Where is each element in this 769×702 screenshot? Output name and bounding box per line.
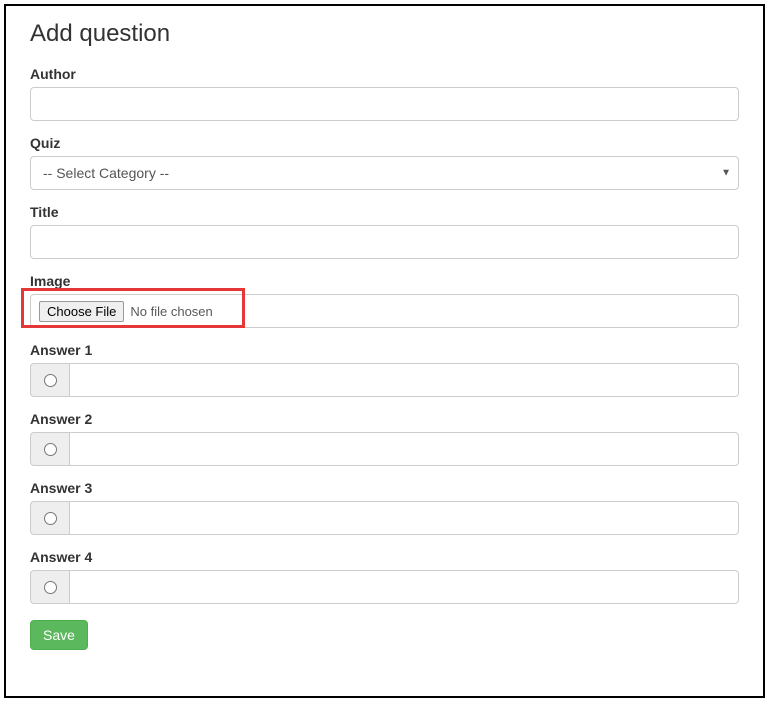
answer-1-radio-addon <box>30 363 69 397</box>
save-button[interactable]: Save <box>30 620 88 650</box>
quiz-label: Quiz <box>30 135 739 151</box>
quiz-group: Quiz -- Select Category -- ▼ <box>30 135 739 190</box>
answer-1-group: Answer 1 <box>30 342 739 397</box>
answer-3-group: Answer 3 <box>30 480 739 535</box>
answer-2-label: Answer 2 <box>30 411 739 427</box>
answer-4-radio[interactable] <box>44 581 57 594</box>
image-group: Image Choose File No file chosen <box>30 273 739 328</box>
answer-1-radio[interactable] <box>44 374 57 387</box>
answer-2-radio-addon <box>30 432 69 466</box>
file-status-text: No file chosen <box>130 304 212 319</box>
author-group: Author <box>30 66 739 121</box>
quiz-select[interactable]: -- Select Category -- <box>30 156 739 190</box>
image-file-row: Choose File No file chosen <box>30 294 739 328</box>
answer-2-group: Answer 2 <box>30 411 739 466</box>
answer-4-input[interactable] <box>69 570 739 604</box>
author-input[interactable] <box>30 87 739 121</box>
answer-1-label: Answer 1 <box>30 342 739 358</box>
answer-2-input[interactable] <box>69 432 739 466</box>
author-label: Author <box>30 66 739 82</box>
answer-4-group: Answer 4 <box>30 549 739 604</box>
answer-3-input[interactable] <box>69 501 739 535</box>
image-label: Image <box>30 273 739 289</box>
title-label: Title <box>30 204 739 220</box>
page-title: Add question <box>30 20 739 48</box>
answer-2-radio[interactable] <box>44 443 57 456</box>
answer-3-radio-addon <box>30 501 69 535</box>
answer-4-label: Answer 4 <box>30 549 739 565</box>
title-input[interactable] <box>30 225 739 259</box>
form-container: Add question Author Quiz -- Select Categ… <box>4 4 765 698</box>
answer-1-input[interactable] <box>69 363 739 397</box>
answer-4-radio-addon <box>30 570 69 604</box>
title-group: Title <box>30 204 739 259</box>
answer-3-label: Answer 3 <box>30 480 739 496</box>
answer-3-radio[interactable] <box>44 512 57 525</box>
choose-file-button[interactable]: Choose File <box>39 301 124 322</box>
